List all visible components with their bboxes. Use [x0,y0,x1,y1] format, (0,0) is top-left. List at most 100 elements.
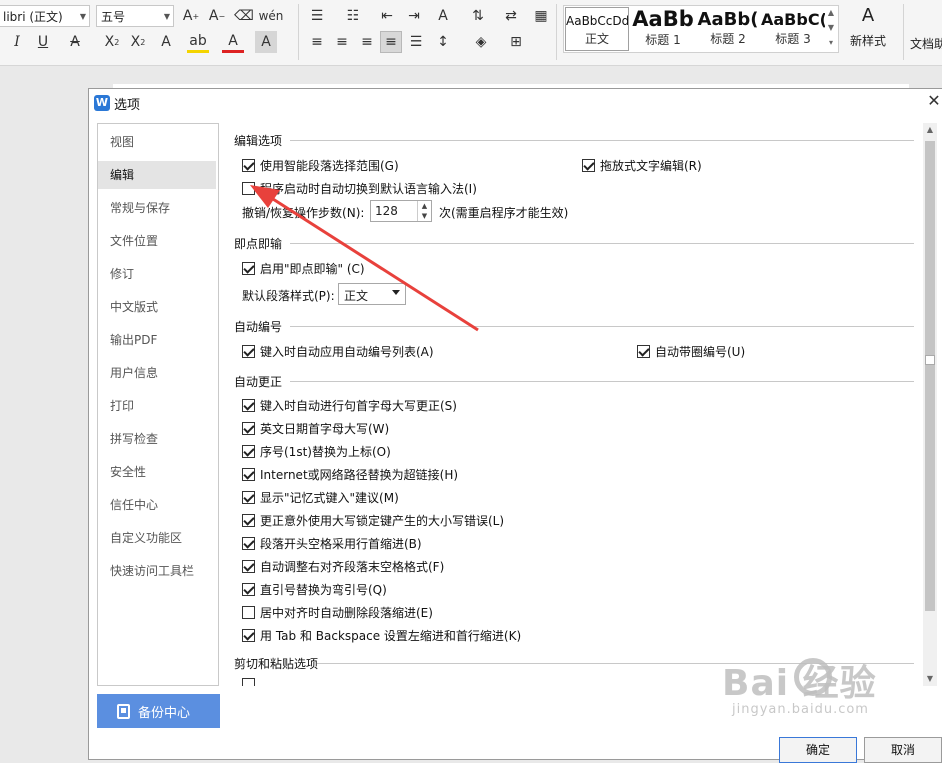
checkbox[interactable] [242,606,255,619]
scroll-thumb[interactable] [925,141,935,611]
shading-icon[interactable]: ◈ [470,31,492,53]
partial-option-row[interactable] [242,678,260,686]
auto-correct-option[interactable]: Internet或网络路径替换为超链接(H) [242,466,458,483]
font-color-icon[interactable]: A [222,31,244,53]
show-marks-icon[interactable]: ⇄ [500,5,522,27]
font-name-combo[interactable]: libri (正文) ▼ [0,5,90,27]
phonetic-icon[interactable]: wén [259,5,284,27]
auto-circled-number-option[interactable]: 自动带圈编号(U) [637,343,745,360]
nav-item-customize-ribbon[interactable]: 自定义功能区 [98,524,216,552]
checkbox[interactable] [242,182,255,195]
superscript-icon[interactable]: X2 [101,31,123,53]
auto-correct-option[interactable]: 居中对齐时自动删除段落缩进(E) [242,604,433,621]
italic-icon[interactable]: I [6,31,28,53]
undo-steps-spinner[interactable]: 128 ▲ ▼ [370,200,432,222]
auto-correct-option[interactable]: 英文日期首字母大写(W) [242,420,389,437]
gallery-scroll-up-icon[interactable]: ▲ [826,8,836,17]
checkbox[interactable] [242,399,255,412]
smart-select-option[interactable]: 使用智能段落选择范围(G) [242,157,399,174]
borders-table-icon[interactable]: ▦ [530,5,552,27]
nav-item-view[interactable]: 视图 [98,128,216,156]
checkbox[interactable] [242,445,255,458]
style-heading-2[interactable]: AaBb( 标题 2 [696,7,760,51]
char-shading-icon[interactable]: A [255,31,277,53]
nav-item-security[interactable]: 安全性 [98,458,216,486]
auto-correct-option[interactable]: 键入时自动进行句首字母大写更正(S) [242,397,457,414]
style-heading-1[interactable]: AaBb 标题 1 [631,7,695,51]
new-style-button[interactable]: A 新样式 [843,5,893,55]
doc-assist-button[interactable]: 文档助 [910,35,942,52]
checkbox[interactable] [242,537,255,550]
drag-edit-option[interactable]: 拖放式文字编辑(R) [582,157,702,174]
checkbox[interactable] [242,491,255,504]
nav-item-export-pdf[interactable]: 输出PDF [98,326,216,354]
dialog-titlebar[interactable]: W 选项 ✕ [89,89,942,115]
checkbox[interactable] [242,468,255,481]
click-and-type-option[interactable]: 启用"即点即输" (C) [242,260,365,277]
text-effect-icon[interactable]: A [155,31,177,53]
nav-item-trust-center[interactable]: 信任中心 [98,491,216,519]
auto-correct-option[interactable]: 更正意外使用大写锁定键产生的大小写错误(L) [242,512,504,529]
style-normal[interactable]: AaBbCcDd 正文 [565,7,629,51]
align-center-icon[interactable]: ≡ [331,31,353,53]
checkbox[interactable] [242,678,255,686]
distributed-icon[interactable]: ☰ [405,31,427,53]
auto-correct-option[interactable]: 段落开头空格采用行首缩进(B) [242,535,422,552]
nav-item-file-location[interactable]: 文件位置 [98,227,216,255]
gallery-scroll-down-icon[interactable]: ▼ [826,23,836,32]
strikethrough-icon[interactable]: A [64,31,86,53]
auto-correct-option[interactable]: 直引号替换为弯引号(Q) [242,581,387,598]
bullet-list-icon[interactable]: ☰ [306,5,328,27]
nav-item-edit[interactable]: 编辑 [98,161,216,189]
checkbox[interactable] [242,583,255,596]
align-right-icon[interactable]: ≡ [356,31,378,53]
close-icon[interactable]: ✕ [925,92,942,110]
nav-item-user-info[interactable]: 用户信息 [98,359,216,387]
clear-format-icon[interactable]: ⌫ [233,5,255,27]
backup-center-button[interactable]: 备份中心 [97,694,220,728]
shrink-font-icon[interactable]: A − [206,5,228,27]
checkbox[interactable] [582,159,595,172]
auto-number-list-option[interactable]: 键入时自动应用自动编号列表(A) [242,343,434,360]
checkbox[interactable] [242,345,255,358]
align-left-icon[interactable]: ≡ [306,31,328,53]
auto-correct-option[interactable]: 显示"记忆式键入"建议(M) [242,489,399,506]
justify-icon[interactable]: ≡ [380,31,402,53]
spinner-arrows-icon[interactable]: ▲ ▼ [417,201,431,221]
auto-correct-option[interactable]: 用 Tab 和 Backspace 设置左缩进和首行缩进(K) [242,627,521,644]
auto-correct-option[interactable]: 序号(1st)替换为上标(O) [242,443,391,460]
gallery-more-icon[interactable]: ▾ [826,38,836,47]
subscript-icon[interactable]: X2 [127,31,149,53]
nav-item-quick-access[interactable]: 快速访问工具栏 [98,557,216,585]
font-size-combo[interactable]: 五号 ▼ [96,5,174,27]
decrease-indent-icon[interactable]: ⇤ [376,5,398,27]
increase-indent-icon[interactable]: ⇥ [403,5,425,27]
numbered-list-icon[interactable]: ☷ [342,5,364,27]
checkbox[interactable] [242,422,255,435]
grow-font-icon[interactable]: A + [180,5,202,27]
checkbox[interactable] [242,514,255,527]
ok-button[interactable]: 确定 [779,737,857,763]
scroll-down-icon[interactable]: ▼ [923,672,937,686]
cancel-button[interactable]: 取消 [864,737,942,763]
nav-item-print[interactable]: 打印 [98,392,216,420]
auto-correct-option[interactable]: 自动调整右对齐段落末空格格式(F) [242,558,444,575]
scroll-up-icon[interactable]: ▲ [923,123,937,137]
line-spacing-icon[interactable]: ↕ [432,31,454,53]
style-heading-3[interactable]: AaBbC( 标题 3 [761,7,825,51]
checkbox[interactable] [242,629,255,642]
highlight-icon[interactable]: ab [187,31,209,53]
underline-icon[interactable]: U [32,31,54,53]
text-direction-icon[interactable]: A [432,5,454,27]
nav-item-general-save[interactable]: 常规与保存 [98,194,216,222]
sort-icon[interactable]: ⇅ [467,5,489,27]
border-icon[interactable]: ⊞ [505,31,527,53]
checkbox[interactable] [242,262,255,275]
default-para-style-select[interactable]: 正文 [338,283,406,305]
nav-item-revision[interactable]: 修订 [98,260,216,288]
checkbox[interactable] [637,345,650,358]
checkbox[interactable] [242,159,255,172]
checkbox[interactable] [242,560,255,573]
nav-item-chinese-layout[interactable]: 中文版式 [98,293,216,321]
auto-ime-option[interactable]: 程序启动时自动切换到默认语言输入法(I) [242,180,477,197]
